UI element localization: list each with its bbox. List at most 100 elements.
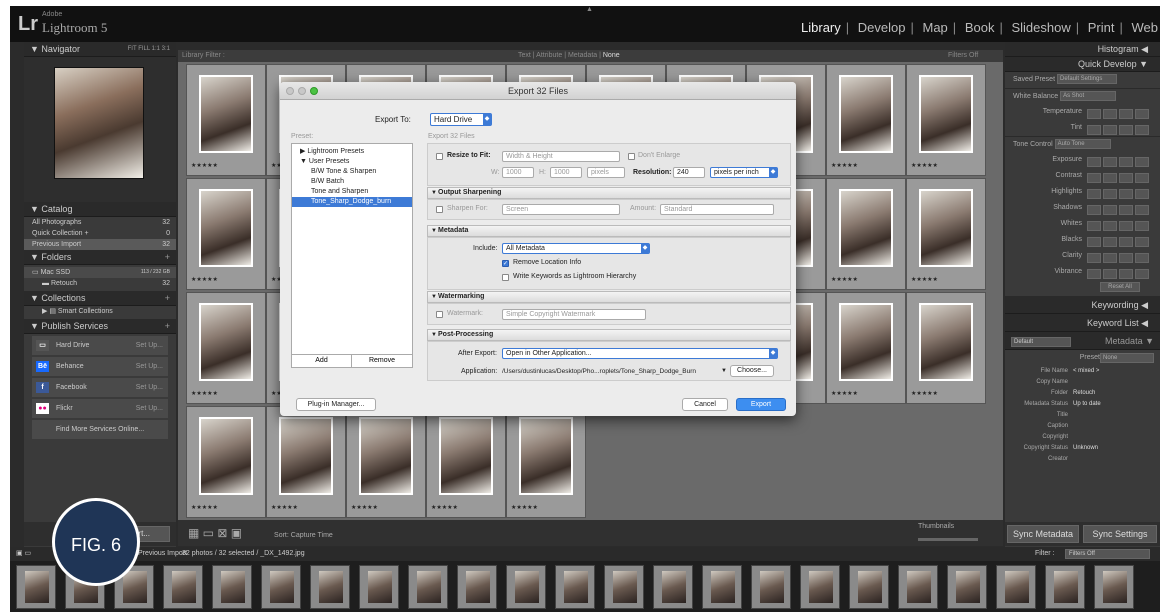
filmstrip-source[interactable]: Previous Import xyxy=(138,547,187,561)
filmstrip-filter-dropdown[interactable]: Filters Off xyxy=(1065,549,1150,559)
minimize-dot-icon[interactable] xyxy=(298,87,306,95)
watermark-dropdown[interactable]: Simple Copyright Watermark xyxy=(502,309,646,320)
grid-cell[interactable]: ★★★★★ xyxy=(906,292,986,404)
grid-cell[interactable]: ★★★★★ xyxy=(186,64,266,176)
close-dot-icon[interactable] xyxy=(286,87,294,95)
metadata-section-header[interactable]: ▼ Metadata xyxy=(427,225,791,237)
sync-settings-button[interactable]: Sync Settings xyxy=(1083,525,1157,543)
filmstrip-thumbnail[interactable] xyxy=(555,565,595,609)
filmstrip-thumbnail[interactable] xyxy=(212,565,252,609)
size-unit-dropdown[interactable]: pixels xyxy=(587,167,625,178)
filmstrip-thumbnail[interactable] xyxy=(996,565,1036,609)
preset-item[interactable]: B/W Batch xyxy=(292,177,412,187)
filmstrip-thumbnail[interactable] xyxy=(408,565,448,609)
grid-cell[interactable]: ★★★★★ xyxy=(186,406,266,518)
filmstrip-thumbnail[interactable] xyxy=(702,565,742,609)
filmstrip-thumbnail[interactable] xyxy=(16,565,56,609)
grid-cell[interactable]: ★★★★★ xyxy=(906,178,986,290)
filmstrip-thumbnail[interactable] xyxy=(800,565,840,609)
module-book[interactable]: Book xyxy=(963,20,997,35)
metadata-field[interactable]: Title xyxy=(1005,410,1160,421)
grid-cell[interactable]: ★★★★★ xyxy=(266,406,346,518)
preset-item[interactable]: ▼ User Presets xyxy=(292,157,412,167)
sharpen-amount-dropdown[interactable]: Standard xyxy=(660,204,774,215)
write-keywords-checkbox[interactable] xyxy=(502,274,509,281)
metadata-field[interactable]: Caption xyxy=(1005,421,1160,432)
collections-header[interactable]: ▼ Collections + xyxy=(24,291,176,306)
grid-cell[interactable]: ★★★★★ xyxy=(186,178,266,290)
sync-metadata-button[interactable]: Sync Metadata xyxy=(1007,525,1079,543)
resize-mode-dropdown[interactable]: Width & Height xyxy=(502,151,620,162)
grid-cell[interactable]: ★★★★★ xyxy=(826,178,906,290)
publish-service-behance[interactable]: Bē Behance Set Up... xyxy=(32,357,168,376)
module-map[interactable]: Map xyxy=(921,20,950,35)
module-library[interactable]: Library xyxy=(799,20,843,35)
filmstrip-thumbnail[interactable] xyxy=(359,565,399,609)
preset-item[interactable]: Tone and Sharpen xyxy=(292,187,412,197)
catalog-quick-collection[interactable]: Quick Collection +0 xyxy=(24,228,176,239)
publish-service-facebook[interactable]: f Facebook Set Up... xyxy=(32,378,168,397)
sort-dropdown[interactable]: Capture Time xyxy=(291,532,333,539)
preset-item[interactable]: Tone_Sharp_Dodge_burn xyxy=(292,197,412,207)
keywording-header[interactable]: Keywording ◀ xyxy=(1005,296,1160,314)
dont-enlarge-checkbox[interactable] xyxy=(628,153,635,160)
metadata-field[interactable]: Copy Name xyxy=(1005,377,1160,388)
filmstrip-thumbnail[interactable] xyxy=(849,565,889,609)
metadata-field[interactable]: Copyright xyxy=(1005,432,1160,443)
output-sharpening-header[interactable]: ▼ Output Sharpening xyxy=(427,187,791,199)
folder-drive[interactable]: ▭ Mac SSD 113 / 232 GB xyxy=(24,267,176,278)
watermarking-header[interactable]: ▼ Watermarking xyxy=(427,291,791,303)
preset-item[interactable]: ▶ Lightroom Presets xyxy=(292,147,412,157)
metadata-field[interactable]: File Name < mixed > xyxy=(1005,366,1160,377)
grid-cell[interactable]: ★★★★★ xyxy=(186,292,266,404)
choose-app-button[interactable]: Choose... xyxy=(730,365,774,377)
metadata-field[interactable]: Copyright Status Unknown xyxy=(1005,443,1160,454)
filmstrip-thumbnail[interactable] xyxy=(947,565,987,609)
publish-service-flickr[interactable]: ●● Flickr Set Up... xyxy=(32,399,168,418)
sharpen-for-dropdown[interactable]: Screen xyxy=(502,204,620,215)
module-print[interactable]: Print xyxy=(1086,20,1117,35)
publish-header[interactable]: ▼ Publish Services + xyxy=(24,319,176,334)
plugin-manager-button[interactable]: Plug-in Manager... xyxy=(296,398,376,411)
width-field[interactable]: 1000 xyxy=(502,167,534,178)
sharpen-checkbox[interactable] xyxy=(436,206,443,213)
smart-collections[interactable]: ▶ ▤ Smart Collections xyxy=(24,306,176,317)
module-web[interactable]: Web xyxy=(1130,20,1160,35)
filmstrip-thumbnail[interactable] xyxy=(653,565,693,609)
thumbnail-size-slider[interactable] xyxy=(918,538,978,541)
cancel-button[interactable]: Cancel xyxy=(682,398,728,411)
keyword-list-header[interactable]: Keyword List ◀ xyxy=(1005,314,1160,332)
metadata-field[interactable]: Creator xyxy=(1005,454,1160,465)
quick-develop-header[interactable]: Quick Develop ▼ xyxy=(1005,57,1160,72)
height-field[interactable]: 1000 xyxy=(550,167,582,178)
catalog-previous-import[interactable]: Previous Import 32 xyxy=(24,239,176,250)
filmstrip-thumbnail[interactable] xyxy=(898,565,938,609)
find-more-services-button[interactable]: Find More Services Online... xyxy=(32,420,168,439)
filmstrip-thumbnail[interactable] xyxy=(261,565,301,609)
catalog-all-photographs[interactable]: All Photographs 32 xyxy=(24,217,176,228)
grid-cell[interactable]: ★★★★★ xyxy=(506,406,586,518)
grid-cell[interactable]: ★★★★★ xyxy=(346,406,426,518)
collapse-top-icon[interactable]: ▲ xyxy=(586,6,593,13)
view-mode-icons[interactable]: ▦ ▭ ⊠ ▣ xyxy=(188,526,242,540)
export-confirm-button[interactable]: Export xyxy=(736,398,786,411)
filmstrip-thumbnail[interactable] xyxy=(506,565,546,609)
recent-apps-icon[interactable]: ▼ xyxy=(721,368,727,374)
folder-retouch[interactable]: ▬ Retouch 32 xyxy=(24,278,176,289)
folders-header[interactable]: ▼ Folders + xyxy=(24,250,176,265)
grid-cell[interactable]: ★★★★★ xyxy=(826,292,906,404)
preset-item[interactable]: B/W Tone & Sharpen xyxy=(292,167,412,177)
post-processing-header[interactable]: ▼ Post-Processing xyxy=(427,329,791,341)
grid-cell[interactable]: ★★★★★ xyxy=(826,64,906,176)
add-preset-button[interactable]: Add xyxy=(292,355,352,367)
filmstrip-thumbnail[interactable] xyxy=(163,565,203,609)
resize-checkbox[interactable] xyxy=(436,153,443,160)
filmstrip-thumbnail[interactable] xyxy=(751,565,791,609)
grid-cell[interactable]: ★★★★★ xyxy=(906,64,986,176)
secondary-window-icons[interactable]: ▣ ▭ xyxy=(16,550,31,557)
module-develop[interactable]: Develop xyxy=(856,20,908,35)
watermark-checkbox[interactable] xyxy=(436,311,443,318)
reset-all-button[interactable]: Reset All xyxy=(1100,282,1140,293)
metadata-header[interactable]: Default Metadata ▼ xyxy=(1005,332,1160,350)
histogram-header[interactable]: Histogram ◀ xyxy=(1005,42,1160,57)
